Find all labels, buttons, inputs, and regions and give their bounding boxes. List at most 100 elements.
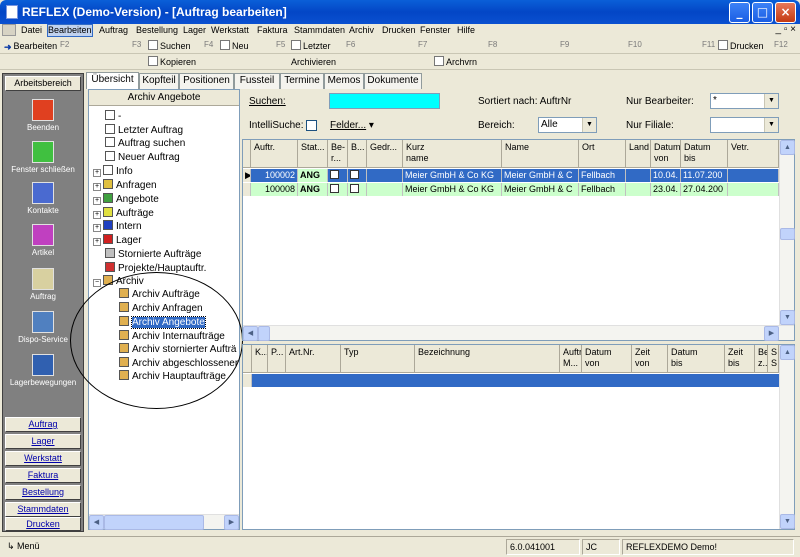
scroll-thumb[interactable] — [258, 326, 270, 341]
menu-archiv[interactable]: Archiv — [349, 24, 374, 37]
col-header[interactable]: Ort — [579, 140, 626, 168]
tree-node[interactable]: Archiv Anfragen — [119, 302, 203, 315]
menu-datei[interactable]: Datei — [21, 24, 42, 37]
table-row[interactable] — [243, 374, 779, 387]
tree-node[interactable]: Archiv stornierter Aufträ — [119, 343, 236, 356]
tree-node[interactable]: Auftrag suchen — [105, 137, 185, 150]
nav-auftrag[interactable]: Auftrag — [3, 268, 83, 301]
menu-bearbeiten[interactable]: Bearbeiten — [47, 24, 93, 37]
col-header[interactable]: Name — [502, 140, 579, 168]
suchen-button[interactable]: Suchen — [148, 39, 191, 53]
chevron-down-icon[interactable]: ▼ — [764, 118, 778, 132]
tree-node[interactable]: + Anfragen — [93, 179, 157, 192]
nav-fenster-schliessen[interactable]: Fenster schließen — [3, 141, 83, 174]
expand-icon[interactable]: + — [93, 224, 101, 232]
bereich-select[interactable]: Alle ▼ — [538, 117, 597, 133]
drucken-button[interactable]: Drucken — [718, 39, 764, 53]
menu-faktura[interactable]: Faktura — [257, 24, 288, 37]
grid1-vscrollbar[interactable]: ▲ ▼ — [779, 140, 795, 325]
tree-node[interactable]: Archiv Internaufträge — [119, 330, 225, 343]
nav-dispo-service[interactable]: Dispo-Service — [3, 311, 83, 344]
minimize-button[interactable]: _ — [729, 2, 750, 23]
tree-node[interactable]: Stornierte Aufträge — [105, 248, 201, 261]
nav-group-bestellung[interactable]: Bestellung — [5, 485, 81, 500]
scroll-down-icon[interactable]: ▼ — [780, 514, 795, 529]
col-header[interactable]: Be z... — [755, 345, 768, 373]
nav-kontakte[interactable]: Kontakte — [3, 182, 83, 215]
tab-memos[interactable]: Memos — [324, 73, 364, 89]
bearbeiten-button[interactable]: ➜ Bearbeiten — [4, 39, 57, 53]
col-header[interactable]: Auftr. — [251, 140, 298, 168]
menu-button[interactable]: ↳ Menü — [4, 539, 84, 555]
tab-dokumente[interactable]: Dokumente — [364, 73, 422, 89]
chevron-down-icon[interactable]: ▼ — [582, 118, 596, 132]
col-header[interactable]: Zeit bis — [725, 345, 755, 373]
expand-icon[interactable]: + — [93, 197, 101, 205]
tab-positionen[interactable]: Positionen — [179, 73, 234, 89]
nav-lagerbewegungen[interactable]: Lagerbewegungen — [3, 354, 83, 387]
intellisuche-checkbox[interactable] — [306, 120, 317, 131]
col-header[interactable]: Kurz name — [403, 140, 502, 168]
col-header[interactable]: Bezeichnung — [415, 345, 560, 373]
expand-icon[interactable]: + — [93, 238, 101, 246]
app-icon[interactable] — [6, 5, 18, 19]
checkbox[interactable] — [350, 170, 359, 179]
col-header[interactable]: Vetr. — [728, 140, 779, 168]
filiale-select[interactable]: ▼ — [710, 117, 779, 133]
cell-checkbox[interactable] — [348, 183, 367, 196]
felder-button[interactable]: Felder... ▾ — [330, 120, 374, 131]
maximize-button[interactable]: □ — [752, 2, 773, 23]
col-header[interactable]: Typ — [341, 345, 415, 373]
close-button[interactable]: × — [775, 2, 796, 23]
grid1-hscrollbar[interactable]: ◀ ▶ — [243, 325, 794, 341]
cell-checkbox[interactable] — [328, 169, 348, 182]
tree-node[interactable]: Archiv abgeschlossener — [119, 357, 238, 370]
search-input[interactable] — [329, 93, 440, 109]
table-row[interactable]: ▶ 100002 ANG Meier GmbH & Co KG Meier Gm… — [243, 169, 779, 182]
tree-node-selected[interactable]: Archiv Angebote — [119, 316, 206, 329]
chevron-down-icon[interactable]: ▼ — [764, 94, 778, 108]
menu-lager[interactable]: Lager — [183, 24, 206, 37]
kopieren-button[interactable]: Kopieren — [148, 55, 196, 69]
cell-checkbox[interactable] — [328, 183, 348, 196]
col-header[interactable]: Be- r... — [328, 140, 348, 168]
grid2-vscrollbar[interactable]: ▲ ▼ — [779, 345, 795, 529]
expand-icon[interactable]: + — [93, 211, 101, 219]
col-header[interactable]: B... — [348, 140, 367, 168]
scroll-thumb[interactable] — [104, 515, 204, 530]
mdi-window-controls[interactable]: _ ▫ × — [775, 24, 796, 35]
col-header[interactable]: Land — [626, 140, 651, 168]
tree-node[interactable]: Projekte/Hauptauftr. — [105, 262, 206, 275]
col-header[interactable]: Zeit von — [632, 345, 668, 373]
archvrn-button[interactable]: Archvrn — [434, 55, 477, 69]
scroll-up-icon[interactable]: ▲ — [780, 345, 795, 360]
col-header[interactable]: P... — [268, 345, 286, 373]
tab-uebersicht[interactable]: Übersicht — [86, 72, 139, 89]
tree-node[interactable]: Letzter Auftrag — [105, 124, 183, 137]
nav-group-drucken[interactable]: Drucken — [5, 517, 81, 531]
menu-werkstatt[interactable]: Werkstatt — [211, 24, 249, 37]
nav-group-faktura[interactable]: Faktura — [5, 468, 81, 483]
scroll-up-icon[interactable]: ▲ — [780, 140, 795, 155]
tree-node[interactable]: + Aufträge — [93, 207, 154, 220]
tree-node[interactable]: + Info — [93, 165, 133, 178]
col-header[interactable]: Datum von — [582, 345, 632, 373]
tree-node[interactable]: + Lager — [93, 234, 142, 247]
col-header[interactable]: Art.Nr. — [286, 345, 341, 373]
archivieren-button[interactable]: Archivieren — [291, 55, 336, 69]
expand-icon[interactable]: + — [93, 183, 101, 191]
tree-node[interactable]: + Intern — [93, 220, 142, 233]
nav-group-stammdaten[interactable]: Stammdaten — [5, 502, 81, 517]
menu-fenster[interactable]: Fenster — [420, 24, 451, 37]
scroll-right-icon[interactable]: ▶ — [764, 326, 779, 341]
menu-bestellung[interactable]: Bestellung — [136, 24, 178, 37]
tab-fussteil[interactable]: Fussteil — [234, 73, 280, 89]
nav-group-auftrag[interactable]: Auftrag — [5, 417, 81, 432]
tab-termine[interactable]: Termine — [280, 73, 324, 89]
nav-group-lager[interactable]: Lager — [5, 434, 81, 449]
col-header[interactable]: S S — [768, 345, 779, 373]
col-header[interactable]: Datum bis — [668, 345, 725, 373]
checkbox[interactable] — [330, 170, 339, 179]
neu-button[interactable]: Neu — [220, 39, 249, 53]
col-header[interactable]: Datum bis — [681, 140, 728, 168]
